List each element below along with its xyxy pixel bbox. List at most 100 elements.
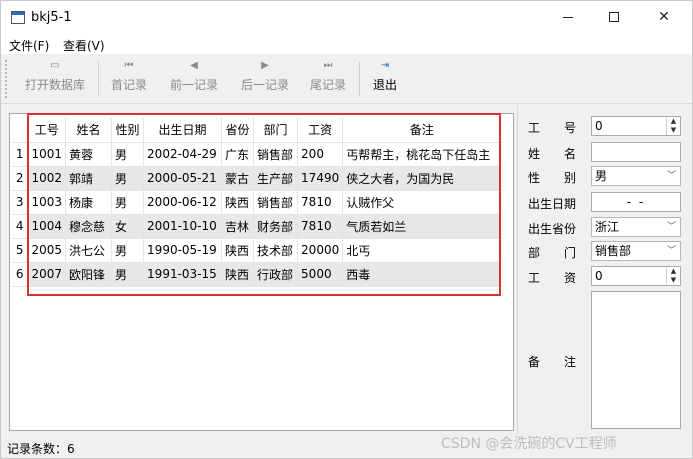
table-cell[interactable]: 财务部 — [253, 214, 299, 239]
table-cell[interactable]: 气质若如兰 — [342, 214, 502, 239]
column-header[interactable]: 省份 — [221, 118, 255, 143]
table-cell[interactable]: 蒙古 — [221, 166, 255, 191]
table-cell[interactable]: 2007 — [28, 262, 67, 287]
row-number[interactable]: 3 — [12, 190, 29, 215]
prev-record-button[interactable]: ◀ 前一记录 — [163, 57, 225, 101]
table-cell[interactable]: 陕西 — [221, 238, 255, 263]
table-cell[interactable]: 2005 — [28, 238, 67, 263]
close-button[interactable]: ✕ — [641, 1, 687, 34]
table-cell[interactable]: 吉林 — [221, 214, 255, 239]
table-cell[interactable]: 1002 — [28, 166, 67, 191]
column-header[interactable]: 工资 — [297, 118, 344, 143]
table-cell[interactable]: 17490 — [297, 166, 344, 191]
splitter-handle[interactable] — [517, 105, 520, 435]
table-cell[interactable]: 陕西 — [221, 190, 255, 215]
table-cell[interactable]: 男 — [111, 190, 145, 215]
row-number[interactable]: 1 — [12, 142, 29, 167]
row-number[interactable]: 5 — [12, 238, 29, 263]
table-cell[interactable]: 生产部 — [253, 166, 299, 191]
birth-date-field[interactable]: - - — [591, 192, 681, 212]
table-cell[interactable]: 男 — [111, 238, 145, 263]
toolbar-grip[interactable] — [5, 60, 9, 98]
table-cell[interactable]: 男 — [111, 262, 145, 287]
records-table-view[interactable]: 工号 姓名 性别 出生日期 省份 部门 工资 备注 1 1001 黄蓉 男 20… — [9, 113, 514, 431]
row-number[interactable]: 4 — [12, 214, 29, 239]
table-cell[interactable]: 7810 — [297, 190, 344, 215]
table-row[interactable]: 2 1002 郭靖 男 2000-05-21 蒙古 生产部 17490 侠之大者… — [12, 166, 502, 191]
window-title: bkj5-1 — [31, 10, 72, 25]
open-database-button[interactable]: ▭ 打开数据库 — [19, 57, 91, 101]
gender-label: 性 别 — [528, 171, 577, 185]
corner-header[interactable] — [12, 118, 29, 143]
table-row[interactable]: 4 1004 穆念慈 女 2001-10-10 吉林 财务部 7810 气质若如… — [12, 214, 502, 239]
table-row[interactable]: 5 2005 洪七公 男 1990-05-19 陕西 技术部 20000 北丐 — [12, 238, 502, 263]
name-field[interactable] — [591, 142, 681, 162]
table-cell[interactable]: 2000-06-12 — [143, 190, 223, 215]
menu-file[interactable]: 文件(F) — [9, 37, 49, 54]
table-cell[interactable]: 丐帮帮主，桃花岛下任岛主 — [342, 142, 502, 167]
app-icon — [11, 11, 25, 24]
table-row[interactable]: 3 1003 杨康 男 2000-06-12 陕西 销售部 7810 认贼作父 — [12, 190, 502, 215]
column-header[interactable]: 性别 — [111, 118, 145, 143]
column-header[interactable]: 姓名 — [65, 118, 113, 143]
menu-view[interactable]: 查看(V) — [63, 37, 105, 54]
table-cell[interactable]: 男 — [111, 166, 145, 191]
table-cell[interactable]: 黄蓉 — [65, 142, 113, 167]
salary-spinbox[interactable]: 0 ▲ ▼ — [591, 266, 681, 286]
province-combo[interactable]: 浙江 ﹀ — [591, 217, 681, 237]
row-number[interactable]: 6 — [12, 262, 29, 287]
table-cell[interactable]: 陕西 — [221, 262, 255, 287]
gender-value: 男 — [595, 169, 608, 183]
maximize-button[interactable] — [591, 1, 637, 34]
table-cell[interactable]: 200 — [297, 142, 344, 167]
table-cell[interactable]: 行政部 — [253, 262, 299, 287]
table-cell[interactable]: 1003 — [28, 190, 67, 215]
table-cell[interactable]: 1991-03-15 — [143, 262, 223, 287]
table-cell[interactable]: 郭靖 — [65, 166, 113, 191]
minimize-button[interactable] — [545, 1, 591, 34]
table-cell[interactable]: 认贼作父 — [342, 190, 502, 215]
table-cell[interactable]: 销售部 — [253, 190, 299, 215]
next-record-button[interactable]: ▶ 后一记录 — [234, 57, 296, 101]
column-header[interactable]: 出生日期 — [143, 118, 223, 143]
id-spinbox[interactable]: 0 ▲ ▼ — [591, 116, 681, 136]
table-cell[interactable]: 销售部 — [253, 142, 299, 167]
last-record-button[interactable]: ⏭ 尾记录 — [304, 57, 352, 101]
table-row[interactable]: 6 2007 欧阳锋 男 1991-03-15 陕西 行政部 5000 西毒 — [12, 262, 502, 287]
table-cell[interactable]: 穆念慈 — [65, 214, 113, 239]
table-cell[interactable]: 广东 — [221, 142, 255, 167]
salary-spin-arrows[interactable]: ▲ ▼ — [666, 267, 680, 285]
table-cell[interactable]: 西毒 — [342, 262, 502, 287]
table-cell[interactable]: 7810 — [297, 214, 344, 239]
table-cell[interactable]: 男 — [111, 142, 145, 167]
id-spin-arrows[interactable]: ▲ ▼ — [666, 117, 680, 135]
table-cell[interactable]: 2001-10-10 — [143, 214, 223, 239]
row-number[interactable]: 2 — [12, 166, 29, 191]
table-row[interactable]: 1 1001 黄蓉 男 2002-04-29 广东 销售部 200 丐帮帮主，桃… — [12, 142, 502, 167]
table-cell[interactable]: 2002-04-29 — [143, 142, 223, 167]
table-cell[interactable]: 技术部 — [253, 238, 299, 263]
table-cell[interactable]: 侠之大者，为国为民 — [342, 166, 502, 191]
notes-textarea[interactable] — [591, 291, 681, 429]
column-header[interactable]: 部门 — [253, 118, 299, 143]
table-cell[interactable]: 1990-05-19 — [143, 238, 223, 263]
birth-label: 出生日期 — [528, 197, 577, 211]
table-cell[interactable]: 北丐 — [342, 238, 502, 263]
exit-button[interactable]: ⇥ 退出 — [367, 57, 403, 101]
table-cell[interactable]: 1004 — [28, 214, 67, 239]
column-header[interactable]: 工号 — [28, 118, 67, 143]
table-header-row: 工号 姓名 性别 出生日期 省份 部门 工资 备注 — [12, 118, 502, 143]
table-cell[interactable]: 洪七公 — [65, 238, 113, 263]
table-cell[interactable]: 1001 — [28, 142, 67, 167]
first-record-button[interactable]: ⏮ 首记录 — [105, 57, 153, 101]
gender-combo[interactable]: 男 ﹀ — [591, 166, 681, 186]
maximize-icon — [609, 12, 619, 22]
table-cell[interactable]: 5000 — [297, 262, 344, 287]
table-cell[interactable]: 欧阳锋 — [65, 262, 113, 287]
column-header[interactable]: 备注 — [342, 118, 502, 143]
table-cell[interactable]: 女 — [111, 214, 145, 239]
dept-combo[interactable]: 销售部 ﹀ — [591, 241, 681, 261]
table-cell[interactable]: 20000 — [297, 238, 344, 263]
table-cell[interactable]: 杨康 — [65, 190, 113, 215]
table-cell[interactable]: 2000-05-21 — [143, 166, 223, 191]
